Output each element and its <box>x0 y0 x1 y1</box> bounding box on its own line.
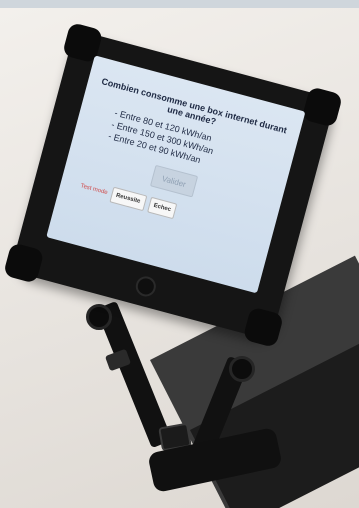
background-wall <box>0 0 359 8</box>
test-mode-label: Test mode <box>79 183 109 197</box>
strap-ring-left <box>86 304 112 330</box>
status-left <box>96 57 98 65</box>
home-button[interactable] <box>133 274 159 299</box>
status-right <box>299 112 301 120</box>
photo-scene: Combien consomme une box internet durant… <box>0 0 359 508</box>
tablet-screen: Combien consomme une box internet durant… <box>46 55 306 294</box>
success-button[interactable]: Reussite <box>109 186 148 212</box>
validate-button[interactable]: Valider <box>149 164 199 198</box>
strap-ring-right <box>229 356 255 382</box>
fail-button[interactable]: Echec <box>146 196 178 220</box>
